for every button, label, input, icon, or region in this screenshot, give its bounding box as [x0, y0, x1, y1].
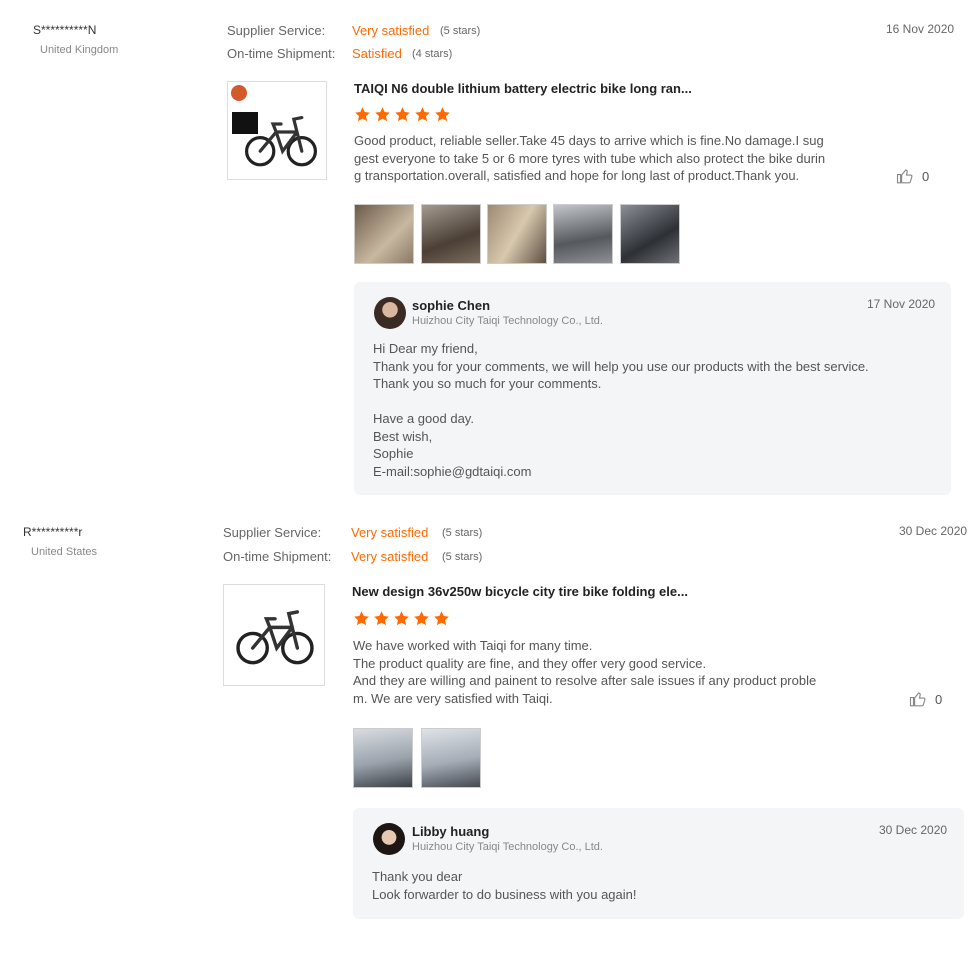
- product-title[interactable]: New design 36v250w bicycle city tire bik…: [352, 584, 688, 599]
- star-icon: [373, 610, 390, 627]
- review-text: Good product, reliable seller.Take 45 da…: [354, 133, 826, 184]
- thumbs-up-icon: [896, 169, 913, 184]
- reply-author: sophie Chen: [412, 298, 491, 313]
- review-photo[interactable]: [620, 204, 680, 264]
- shipment-label: On-time Shipment:: [227, 46, 336, 61]
- supplier-reply: Libby huang Huizhou City Taiqi Technolog…: [353, 808, 964, 919]
- product-thumbnail[interactable]: [227, 81, 327, 180]
- review-date: 16 Nov 2020: [886, 22, 955, 36]
- star-icon: [393, 610, 410, 627]
- like-button[interactable]: 0: [896, 167, 929, 185]
- avatar: [373, 823, 405, 855]
- like-button[interactable]: 0: [909, 690, 942, 708]
- reply-date: 30 Dec 2020: [879, 823, 948, 837]
- reply-date: 17 Nov 2020: [867, 297, 936, 311]
- star-icon: [394, 106, 411, 123]
- shipment-label: On-time Shipment:: [223, 549, 332, 564]
- review-photo[interactable]: [487, 204, 547, 264]
- supplier-service-rating: Very satisfied: [351, 525, 429, 540]
- like-count: 0: [922, 168, 930, 184]
- reply-company: Huizhou City Taiqi Technology Co., Ltd.: [412, 841, 603, 853]
- reply-text: Hi Dear my friend, Thank you for your co…: [373, 341, 869, 479]
- shipment-stars: (5 stars): [442, 551, 483, 563]
- supplier-service-label: Supplier Service:: [223, 525, 322, 540]
- review-date: 30 Dec 2020: [899, 524, 968, 538]
- shipment-stars: (4 stars): [412, 48, 453, 60]
- reviewer-country: United Kingdom: [40, 44, 119, 56]
- like-count: 0: [935, 691, 943, 707]
- bike-image: [228, 593, 322, 679]
- reply-company: Huizhou City Taiqi Technology Co., Ltd.: [412, 315, 603, 327]
- shipment-rating: Satisfied: [352, 46, 402, 61]
- reviewer-country: United States: [31, 546, 98, 558]
- review-photo[interactable]: [553, 204, 613, 264]
- star-icon: [413, 610, 430, 627]
- review-photo[interactable]: [354, 204, 414, 264]
- product-thumbnail[interactable]: [223, 584, 325, 686]
- supplier-reply: sophie Chen Huizhou City Taiqi Technolog…: [354, 282, 951, 495]
- product-star-rating: [354, 106, 451, 123]
- badge-icon: [231, 85, 247, 101]
- review-photo[interactable]: [421, 728, 481, 788]
- star-icon: [434, 106, 451, 123]
- reply-text: Thank you dear Look forwarder to do busi…: [372, 869, 637, 902]
- star-icon: [353, 610, 370, 627]
- supplier-service-stars: (5 stars): [442, 527, 483, 539]
- thumbs-up-icon: [909, 692, 926, 707]
- avatar: [374, 297, 406, 329]
- supplier-service-stars: (5 stars): [440, 25, 481, 37]
- reply-author: Libby huang: [412, 824, 490, 839]
- star-icon: [414, 106, 431, 123]
- bike-image: [236, 100, 326, 180]
- supplier-service-label: Supplier Service:: [227, 23, 326, 38]
- reviewer-name: R**********r: [23, 525, 83, 539]
- supplier-service-rating: Very satisfied: [352, 23, 430, 38]
- review-photo[interactable]: [353, 728, 413, 788]
- product-star-rating: [353, 610, 450, 627]
- product-title[interactable]: TAIQI N6 double lithium battery electric…: [354, 81, 692, 96]
- star-icon: [354, 106, 371, 123]
- star-icon: [433, 610, 450, 627]
- reviewer-name: S**********N: [33, 23, 97, 37]
- review-text: We have worked with Taiqi for many time.…: [353, 638, 817, 706]
- shipment-rating: Very satisfied: [351, 549, 429, 564]
- star-icon: [374, 106, 391, 123]
- review-photo[interactable]: [421, 204, 481, 264]
